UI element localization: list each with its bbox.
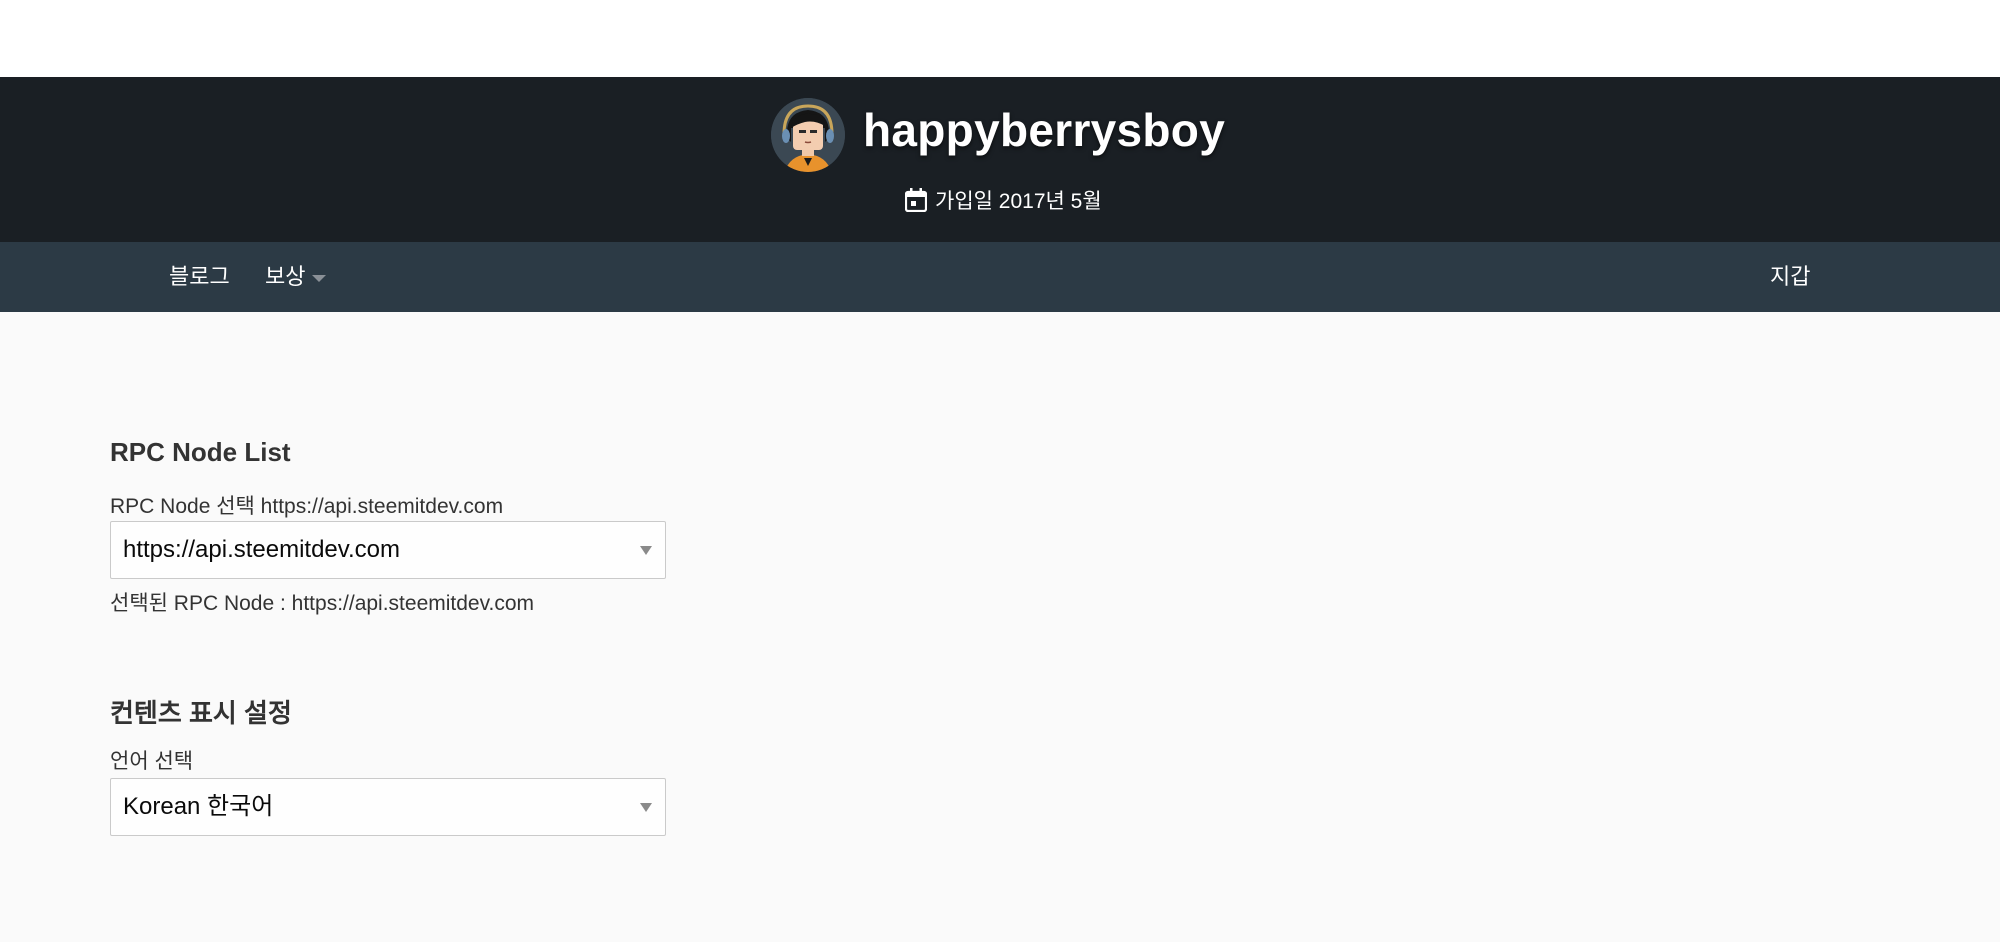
rpc-select-label: RPC Node 선택 https://api.steemitdev.com (110, 495, 504, 518)
dropdown-arrow-icon (640, 546, 652, 555)
rpc-section-title: RPC Node List (110, 437, 291, 467)
rpc-selected-note: 선택된 RPC Node : https://api.steemitdev.co… (110, 592, 535, 615)
language-select-label: 언어 선택 (110, 750, 194, 773)
language-select[interactable]: Korean 한국어 (110, 778, 666, 836)
top-blank-area (0, 0, 2000, 77)
avatar-image (771, 98, 845, 172)
content-settings-title: 컨텐츠 표시 설정 (110, 698, 292, 728)
nav-blog-link[interactable]: 블로그 (169, 242, 230, 312)
nav-rewards-dropdown[interactable]: 보상 (265, 242, 327, 312)
language-select-value: Korean 한국어 (123, 793, 274, 820)
rpc-node-select[interactable]: https://api.steemitdev.com (110, 521, 666, 579)
profile-username: happyberrysboy (863, 104, 1226, 156)
chevron-down-icon (312, 274, 327, 282)
rpc-node-select-value: https://api.steemitdev.com (123, 536, 401, 563)
profile-nav-bar: 블로그 보상 지갑 (0, 242, 2000, 312)
nav-wallet-link[interactable]: 지갑 (1770, 242, 1810, 312)
profile-header: happyberrysboy 가입일 2017년 5월 (0, 77, 2000, 242)
avatar[interactable] (771, 98, 845, 172)
dropdown-arrow-icon (640, 803, 652, 812)
calendar-icon (905, 188, 927, 212)
joined-date: 가입일 2017년 5월 (905, 185, 1102, 215)
nav-rewards-label: 보상 (265, 264, 306, 289)
joined-text: 가입일 2017년 5월 (935, 190, 1102, 213)
